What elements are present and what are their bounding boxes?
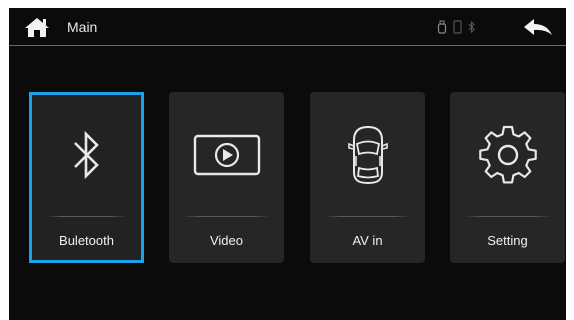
tile-divider — [324, 216, 411, 217]
car-icon — [347, 125, 388, 185]
bluetooth-icon — [73, 130, 99, 180]
tile-label-av-in: AV in — [352, 233, 383, 248]
main-screen: Main Buletooth Video AV in Setting — [9, 8, 566, 320]
video-play-icon — [193, 134, 260, 176]
setting-tile[interactable]: Setting — [450, 92, 565, 263]
tile-label-video: Video — [209, 233, 243, 248]
tile-divider — [46, 216, 127, 217]
tile-divider — [464, 216, 551, 217]
av-in-tile[interactable]: AV in — [310, 92, 425, 263]
video-tile[interactable]: Video — [169, 92, 284, 263]
menu-tiles: Buletooth Video AV in Setting — [9, 8, 566, 320]
tile-label-setting: Setting — [487, 233, 528, 248]
tile-label-bluetooth: Buletooth — [59, 233, 114, 248]
bluetooth-tile[interactable]: Buletooth — [29, 92, 144, 263]
gear-icon — [478, 125, 537, 184]
tile-divider — [183, 216, 270, 217]
